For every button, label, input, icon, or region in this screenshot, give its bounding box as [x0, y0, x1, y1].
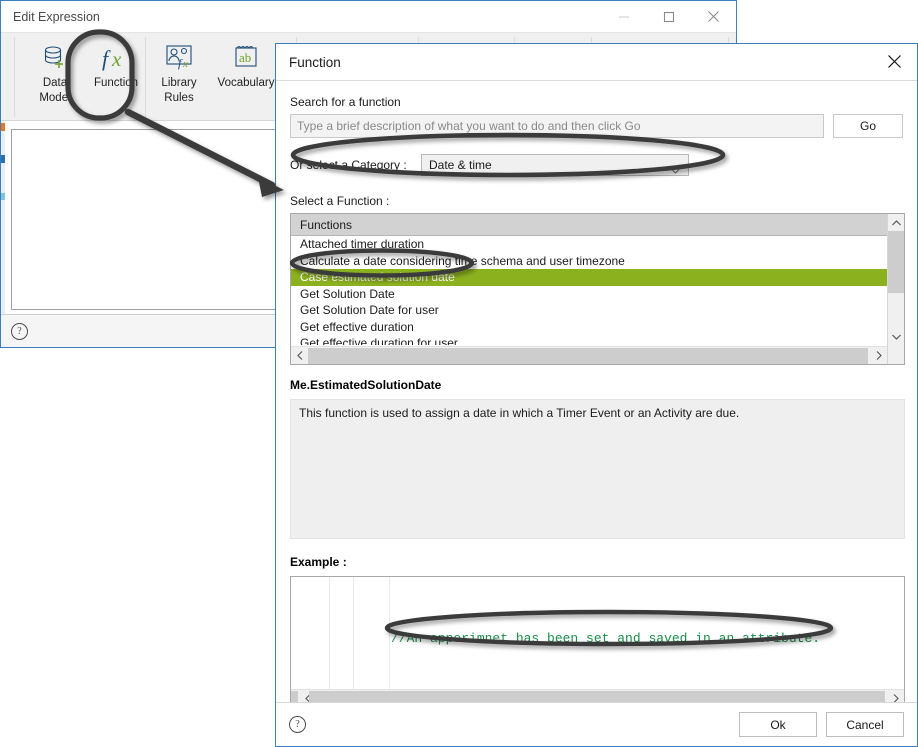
scrollbar-thumb[interactable]	[888, 231, 905, 293]
code-line-comment-1: //An apporimnet has been set and saved i…	[391, 629, 820, 648]
search-row: Go	[290, 114, 903, 138]
ribbon-label-2: Rules	[164, 91, 193, 106]
scroll-up-icon[interactable]	[888, 214, 905, 231]
maximize-icon[interactable]	[646, 1, 691, 32]
svg-text:ab: ab	[239, 50, 251, 65]
function-list-header: Functions	[291, 214, 887, 236]
ribbon-label: Vocabulary	[218, 76, 275, 91]
list-item[interactable]: Get effective duration	[291, 319, 887, 336]
function-list-horizontal-scrollbar[interactable]	[291, 346, 887, 364]
ribbon-item-library-rules[interactable]: f x Library Rules	[149, 33, 209, 106]
svg-text:x: x	[182, 58, 188, 70]
window-title: Edit Expression	[13, 10, 100, 24]
search-label: Search for a function	[290, 95, 903, 109]
database-plus-icon	[40, 40, 70, 76]
close-icon[interactable]	[691, 1, 736, 32]
minimize-icon[interactable]	[601, 1, 646, 32]
ribbon-item-data-model[interactable]: Data Model	[27, 33, 83, 106]
list-item[interactable]: Attached timer duration	[291, 236, 887, 253]
function-list-items[interactable]: Attached timer duration Calculate a date…	[291, 236, 887, 345]
function-list-vertical-scrollbar[interactable]	[887, 214, 904, 364]
function-dialog-footer: ? Ok Cancel	[276, 702, 917, 746]
svg-text:x: x	[111, 47, 122, 71]
help-icon[interactable]: ?	[289, 716, 306, 733]
list-item[interactable]: Get Solution Date	[291, 286, 887, 303]
ribbon-label-2: Model	[39, 91, 70, 106]
ab-notepad-icon: ab	[230, 40, 262, 76]
fx-icon: f x	[99, 40, 133, 76]
scroll-left-icon[interactable]	[291, 347, 308, 364]
window-controls	[601, 1, 736, 32]
function-dialog-titlebar: Function	[276, 44, 917, 81]
category-row: Or select a Category : Date & time	[290, 152, 903, 178]
function-description: This function is used to assign a date i…	[290, 399, 905, 539]
ribbon-item-function[interactable]: f x Function	[83, 33, 149, 91]
list-item-selected[interactable]: Case estimated solution date	[291, 269, 887, 286]
dialog-title: Function	[289, 55, 341, 70]
scrollbar-thumb[interactable]	[308, 348, 868, 364]
help-icon[interactable]: ?	[11, 323, 28, 340]
ribbon-label: Library	[161, 76, 196, 91]
list-item[interactable]: Get Solution Date for user	[291, 302, 887, 319]
library-rules-icon: f x	[163, 40, 195, 76]
ribbon-label: Data	[43, 76, 67, 91]
chevron-down-icon	[671, 163, 680, 177]
svg-text:f: f	[102, 46, 111, 71]
category-select[interactable]: Date & time	[421, 154, 689, 176]
ok-button[interactable]: Ok	[739, 712, 817, 737]
function-list-label: Select a Function :	[290, 194, 903, 208]
edit-expression-titlebar: Edit Expression	[1, 1, 736, 33]
go-button[interactable]: Go	[833, 114, 903, 138]
scroll-down-icon[interactable]	[888, 328, 905, 345]
function-dialog: Function Search for a function Go Or sel…	[275, 43, 918, 747]
category-label: Or select a Category :	[290, 158, 421, 172]
list-item[interactable]: Get effective duration for user	[291, 335, 887, 345]
close-icon[interactable]	[871, 44, 917, 79]
scroll-right-icon[interactable]	[870, 347, 887, 364]
function-dialog-content: Search for a function Go Or select a Cat…	[276, 81, 917, 708]
ribbon-item-vocabulary[interactable]: ab Vocabulary	[209, 33, 283, 91]
search-input[interactable]	[290, 114, 824, 138]
function-signature: Me.EstimatedSolutionDate	[290, 378, 903, 392]
list-item[interactable]: Calculate a date considering time schema…	[291, 253, 887, 270]
function-list: Functions Attached timer duration Calcul…	[290, 213, 905, 365]
example-code-box[interactable]: //An apporimnet has been set and saved i…	[290, 576, 905, 708]
cancel-button[interactable]: Cancel	[826, 712, 904, 737]
category-value: Date & time	[429, 158, 492, 172]
example-label: Example :	[290, 555, 903, 569]
ribbon-label: Function	[94, 76, 138, 91]
